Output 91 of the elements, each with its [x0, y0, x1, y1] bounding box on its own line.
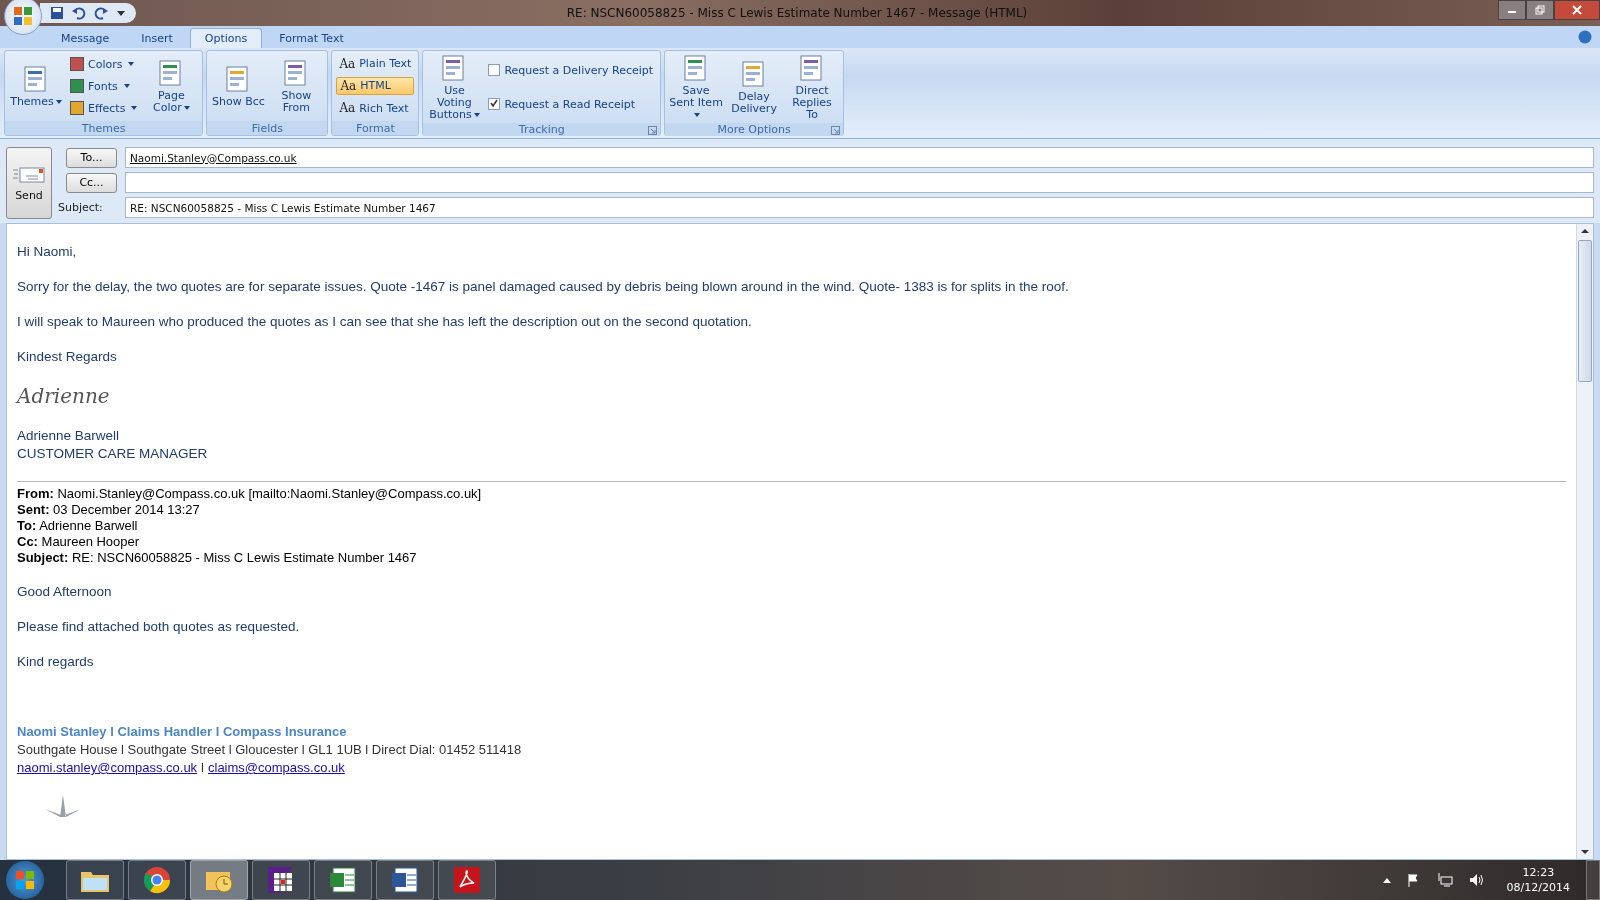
ribbon-button[interactable]: Themes	[9, 64, 63, 108]
signature-address: Southgate House l Southgate Street l Gloucester l GL1 1UB l Direct Dial: 01452 511418	[17, 741, 523, 759]
body-text: Please find attached both quotes as requested.	[17, 619, 301, 635]
pdf-icon[interactable]	[438, 860, 496, 900]
close-icon	[1572, 5, 1582, 15]
ribbon-tab[interactable]: Insert	[126, 28, 188, 48]
cc-field[interactable]	[125, 172, 1594, 193]
minimize-button[interactable]	[1498, 0, 1526, 20]
spreadsheet-icon[interactable]	[314, 860, 372, 900]
dialog-launcher-icon[interactable]	[831, 126, 841, 135]
dialog-launcher-icon[interactable]	[648, 126, 658, 135]
caret-icon	[473, 113, 480, 117]
caret-icon[interactable]	[116, 8, 126, 18]
body-text: CUSTOMER CARE MANAGER	[17, 446, 209, 462]
body-text: Sorry for the delay, the two quotes are for separate issues. Quote -1467 is panel damaged caused by debris being blown around in the wind. Quote- 1383 is for splits in the roof.	[17, 279, 1070, 295]
undo-icon[interactable]	[72, 6, 86, 20]
ribbon-tab[interactable]: Options	[189, 28, 263, 48]
browser-icon[interactable]	[128, 860, 186, 900]
restore-icon	[1535, 5, 1545, 15]
body-text: I will speak to Maureen who produced the quotes as I can see that she has left the description out on the second quotation.	[17, 314, 753, 330]
scroll-bar[interactable]	[1576, 224, 1593, 859]
body-text: Kindest Regards	[17, 349, 118, 365]
document-icon[interactable]	[376, 860, 434, 900]
cc-button[interactable]: Cc...	[66, 172, 117, 193]
body-text: Kind regards	[17, 654, 95, 670]
signature-name: Naomi Stanley l Claims Handler l Compass Insurance	[17, 723, 348, 741]
caret-icon	[694, 113, 701, 117]
ribbon-button[interactable]: Page Color	[144, 58, 199, 114]
email-header-line: From: Naomi.Stanley@Compass.co.uk [mailto:Naomi.Stanley@Compass.co.uk]	[17, 486, 483, 502]
windows-logo-icon	[14, 869, 36, 891]
ribbon-button[interactable]: Show Bcc	[211, 64, 266, 108]
format-option[interactable]: Aa HTML	[336, 77, 415, 95]
ribbon-button[interactable]: Use Voting Buttons	[427, 53, 482, 121]
close-button[interactable]	[1554, 0, 1600, 20]
email-header-line: To: Adrienne Barwell	[17, 518, 139, 534]
ribbon-tab[interactable]: Message	[46, 28, 125, 48]
send-button[interactable]: Send	[6, 147, 52, 219]
checkbox[interactable]	[488, 64, 501, 76]
ribbon-button[interactable]: Direct Replies To	[785, 53, 840, 121]
group-label: Themes	[81, 121, 126, 135]
checkbox[interactable]	[488, 98, 501, 110]
separator-text: l	[201, 760, 204, 775]
show-hidden-icons-icon[interactable]	[1382, 877, 1391, 883]
subject-field[interactable]: RE: NSCN60058825 - Miss C Lewis Estimate Number 1467	[125, 197, 1594, 218]
to-field[interactable]: Naomi.Stanley@Compass.co.uk	[125, 147, 1594, 168]
ribbon-button[interactable]: Show From	[269, 58, 324, 114]
to-button[interactable]: To...	[66, 147, 117, 168]
caret-icon	[123, 84, 130, 88]
restore-button[interactable]	[1526, 0, 1554, 20]
body-text: Adrienne Barwell	[17, 428, 121, 444]
email-link[interactable]: claims@compass.co.uk	[208, 760, 345, 775]
body-text: Good Afternoon	[17, 584, 113, 600]
grid-icon[interactable]	[252, 860, 310, 900]
email-link[interactable]: naomi.stanley@compass.co.uk	[17, 760, 198, 775]
start-button[interactable]	[6, 861, 44, 899]
group-label: Fields	[251, 121, 283, 135]
ribbon-button[interactable]: Save Sent Item	[669, 53, 724, 121]
clock[interactable]: 12:23 08/12/2014	[1494, 865, 1582, 895]
speaker-icon[interactable]	[1468, 873, 1485, 887]
caret-icon	[131, 106, 138, 110]
ribbon-small-button[interactable]: Fonts	[67, 78, 141, 94]
scroll-thumb[interactable]	[1578, 240, 1592, 382]
subject-label: Subject:	[58, 201, 104, 214]
caret-icon	[183, 106, 190, 110]
checkbox-label: Request a Read Receipt	[504, 97, 636, 111]
format-option[interactable]: Aa Plain Text	[336, 55, 415, 72]
folder-icon[interactable]	[66, 860, 124, 900]
network-icon[interactable]	[1436, 873, 1453, 887]
scroll-up-icon[interactable]	[1579, 226, 1591, 236]
group-label: Tracking	[518, 123, 565, 136]
scroll-down-icon[interactable]	[1579, 847, 1591, 857]
ribbon-button[interactable]: Delay Delivery	[727, 59, 782, 115]
email-header-line: Sent: 03 December 2014 13:27	[17, 502, 201, 518]
ribbon-small-button[interactable]: Effects	[67, 100, 141, 116]
ribbon-tab[interactable]: Format Text	[264, 28, 359, 48]
caret-icon	[128, 62, 135, 66]
flag-icon[interactable]	[1406, 873, 1421, 887]
email-header-line: Cc: Maureen Hooper	[17, 534, 141, 550]
handwritten-signature: Adrienne	[17, 384, 111, 408]
checkbox-label: Request a Delivery Receipt	[504, 63, 654, 77]
caret-icon	[55, 100, 62, 104]
group-label: More Options	[717, 123, 791, 136]
group-label: Format	[356, 121, 395, 135]
redo-icon[interactable]	[94, 6, 108, 20]
body-text: Hi Naomi,	[17, 244, 78, 260]
email-header-line: Subject: RE: NSCN60058825 - Miss C Lewis Estimate Number 1467	[17, 550, 418, 566]
format-option[interactable]: Aa Rich Text	[336, 100, 415, 117]
window-title: RE: NSCN60058825 - Miss C Lewis Estimate Number 1467 - Message (HTML)	[565, 6, 1029, 20]
ribbon-small-button[interactable]: Colors	[67, 56, 141, 72]
save-icon[interactable]	[50, 6, 64, 20]
envelope-icon	[12, 164, 46, 185]
